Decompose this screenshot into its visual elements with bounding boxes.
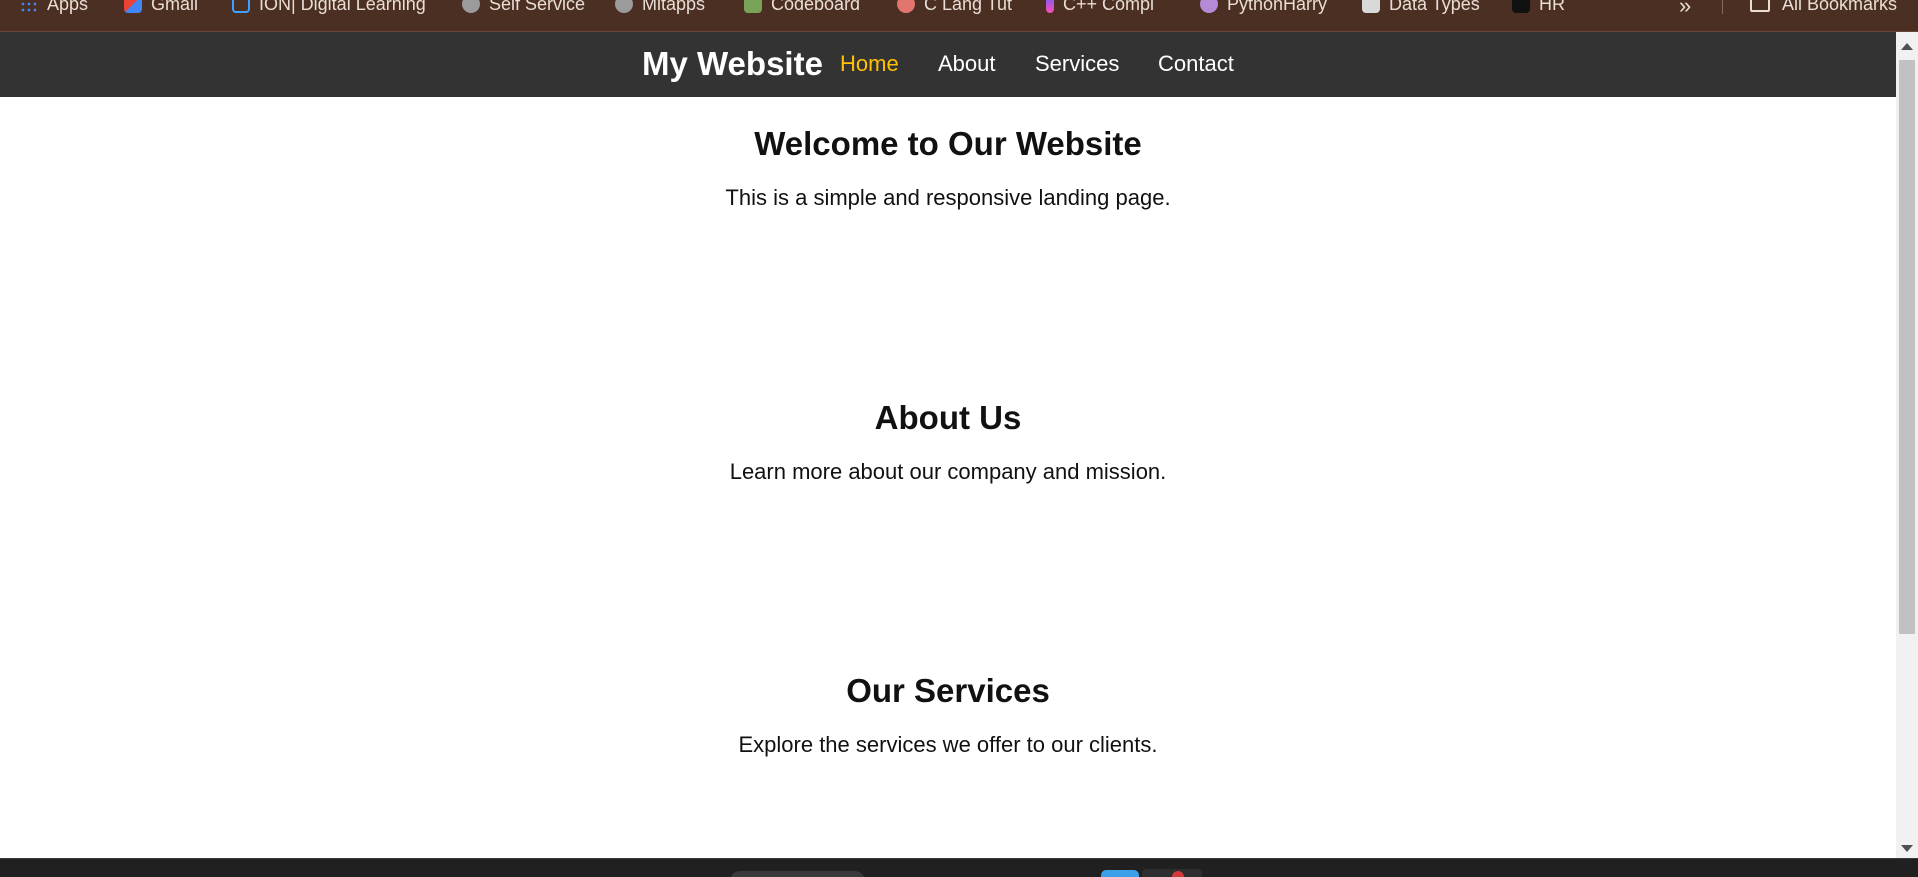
nav-link-about[interactable]: About <box>938 50 996 78</box>
globe-icon <box>615 0 633 13</box>
bookmark-apps[interactable]: Apps <box>20 0 88 15</box>
nav-link-home[interactable]: Home <box>840 50 899 78</box>
bookmarks-divider <box>1722 0 1723 14</box>
bookmarks-bar: Apps Gmail ION| Digital Learning Self Se… <box>0 0 1918 32</box>
scroll-down-arrow-icon[interactable] <box>1901 845 1913 852</box>
hero-text: This is a simple and responsive landing … <box>725 185 1171 210</box>
about-heading: About Us <box>874 399 1022 436</box>
globe-icon <box>462 0 480 13</box>
services-text: Explore the services we offer to our cli… <box>738 732 1158 757</box>
cpp-icon <box>1046 0 1054 13</box>
bookmark-cpp[interactable]: C++ Compi <box>1046 0 1154 15</box>
bookmark-data-types[interactable]: Data Types <box>1362 0 1480 15</box>
gmail-icon <box>124 0 142 13</box>
folder-icon <box>1750 0 1770 12</box>
app-badge-icon <box>1172 871 1184 877</box>
more-bookmarks-chevron-icon[interactable]: » <box>1679 0 1691 19</box>
bookmark-self-service[interactable]: Self Service <box>462 0 585 15</box>
nav-link-services[interactable]: Services <box>1035 50 1119 78</box>
os-taskbar <box>0 858 1918 877</box>
nav-link-contact[interactable]: Contact <box>1158 50 1234 78</box>
c-lang-icon <box>897 0 915 13</box>
data-types-icon <box>1362 0 1380 13</box>
python-icon <box>1200 0 1218 13</box>
hero-section: Welcome to Our Website This is a simple … <box>0 124 1896 212</box>
site-navbar: My Website Home About Services Contact <box>0 32 1896 97</box>
page-content: Welcome to Our Website This is a simple … <box>0 97 1896 857</box>
services-heading: Our Services <box>846 672 1050 709</box>
all-bookmarks-button[interactable]: All Bookmarks <box>1750 0 1897 15</box>
bookmark-hr[interactable]: HR <box>1512 0 1565 15</box>
bookmark-gmail[interactable]: Gmail <box>124 0 198 15</box>
hackerrank-icon <box>1512 0 1530 13</box>
services-section: Our Services Explore the services we off… <box>0 671 1896 759</box>
bookmark-ion[interactable]: ION| Digital Learning <box>232 0 426 15</box>
scroll-up-arrow-icon[interactable] <box>1901 43 1913 50</box>
bookmark-pythonharry[interactable]: PythonHarry <box>1200 0 1327 15</box>
taskbar-search-box[interactable] <box>730 871 865 877</box>
bookmark-mitapps[interactable]: Mitapps <box>615 0 705 15</box>
vertical-scrollbar[interactable] <box>1896 32 1918 858</box>
apps-grid-icon <box>20 0 38 13</box>
site-title: My Website <box>642 45 823 82</box>
bookmark-codeboard[interactable]: Codeboard <box>744 0 860 15</box>
scrollbar-thumb[interactable] <box>1899 60 1915 634</box>
bookmark-c-lang[interactable]: C Lang Tut <box>897 0 1012 15</box>
hero-heading: Welcome to Our Website <box>754 125 1142 162</box>
about-text: Learn more about our company and mission… <box>729 459 1167 484</box>
ion-icon <box>232 0 250 13</box>
codeboard-icon <box>744 0 762 13</box>
about-section: About Us Learn more about our company an… <box>0 398 1896 486</box>
